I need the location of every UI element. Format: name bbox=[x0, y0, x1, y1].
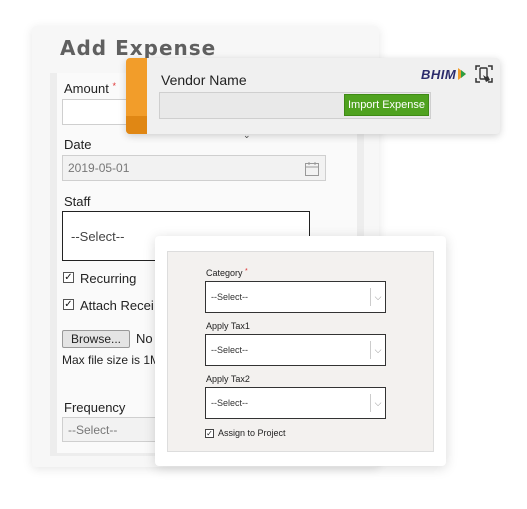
frequency-label: Frequency bbox=[64, 400, 126, 415]
tax1-label: Apply Tax1 bbox=[206, 321, 250, 331]
vendor-accent-bar bbox=[126, 58, 147, 134]
vendor-name-label: Vendor Name bbox=[161, 72, 247, 88]
recurring-checkbox[interactable]: ✓ bbox=[63, 272, 74, 283]
tax1-select-value: --Select-- bbox=[211, 345, 249, 355]
tax2-select-value: --Select-- bbox=[211, 398, 249, 408]
category-select[interactable]: --Select-- ⌵ bbox=[205, 281, 386, 313]
tax2-select[interactable]: --Select-- ⌵ bbox=[205, 387, 386, 419]
calendar-icon[interactable] bbox=[304, 161, 320, 177]
assign-project-label: Assign to Project bbox=[218, 428, 286, 438]
bhim-logo: BHIM bbox=[421, 67, 457, 82]
bhim-logo-mark-inner bbox=[461, 70, 466, 78]
tax2-label: Apply Tax2 bbox=[206, 374, 250, 384]
required-mark: * bbox=[112, 81, 116, 91]
staff-select-value: --Select-- bbox=[71, 228, 125, 244]
chevron-down-icon: ⌄ bbox=[243, 130, 251, 140]
amount-label: Amount * bbox=[64, 81, 116, 96]
chevron-down-icon: ⌵ bbox=[370, 341, 385, 359]
date-label: Date bbox=[64, 137, 92, 152]
chevron-down-icon: ⌵ bbox=[370, 288, 385, 306]
no-file-text: No bbox=[136, 331, 153, 346]
recurring-label: Recurring bbox=[80, 271, 137, 286]
page-title: Add Expense bbox=[60, 36, 217, 60]
category-select-value: --Select-- bbox=[211, 292, 249, 302]
category-label: Category * bbox=[206, 268, 248, 278]
date-field[interactable]: 2019-05-01 bbox=[62, 155, 326, 181]
import-expense-button[interactable]: Import Expense bbox=[344, 94, 429, 116]
max-file-size-text: Max file size is 1M bbox=[62, 353, 161, 367]
scan-phone-icon[interactable] bbox=[474, 64, 494, 84]
date-value: 2019-05-01 bbox=[68, 161, 130, 175]
frequency-select-value: --Select-- bbox=[68, 422, 118, 437]
browse-button[interactable]: Browse... bbox=[62, 330, 130, 348]
attach-receipt-label: Attach Recei bbox=[80, 298, 154, 313]
staff-label: Staff bbox=[64, 194, 91, 209]
assign-project-checkbox[interactable]: ✓ bbox=[205, 429, 214, 438]
attach-receipt-checkbox[interactable]: ✓ bbox=[63, 299, 74, 310]
tax1-select[interactable]: --Select-- ⌵ bbox=[205, 334, 386, 366]
chevron-down-icon: ⌵ bbox=[370, 394, 385, 412]
